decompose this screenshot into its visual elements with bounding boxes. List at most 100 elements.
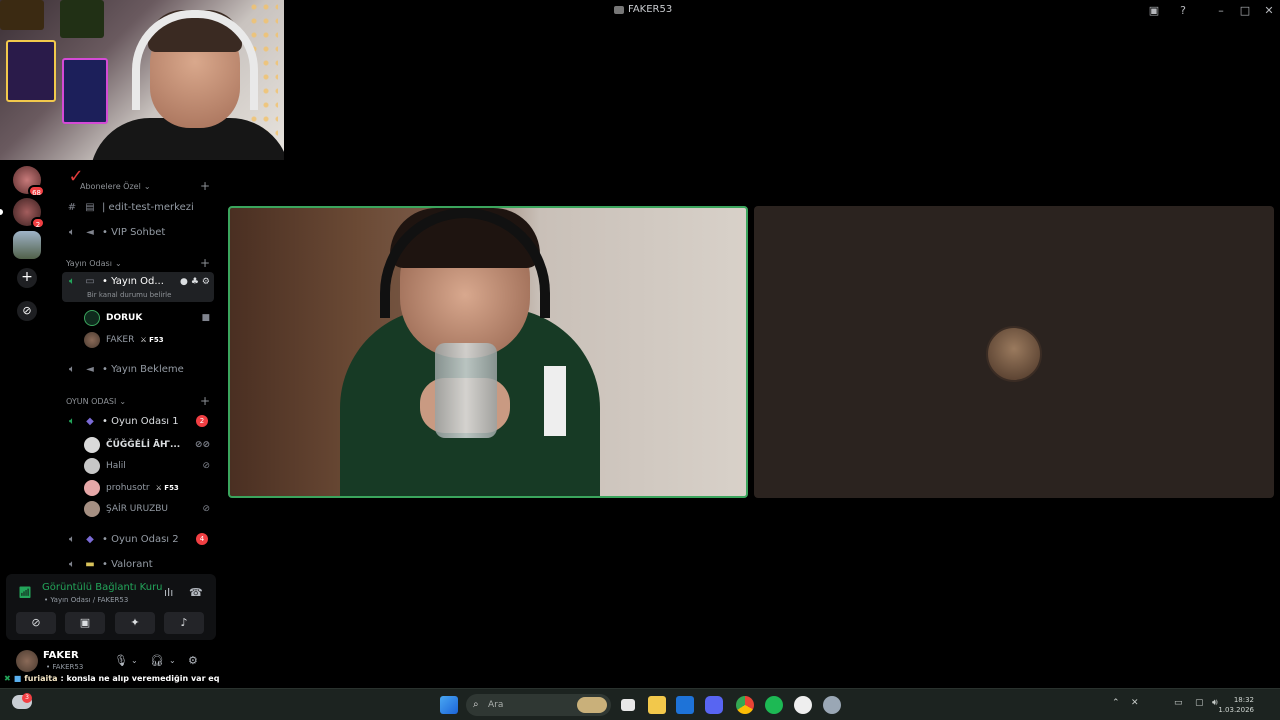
soundwave-icon[interactable]: ıIı	[164, 586, 173, 599]
invite-icon[interactable]: ♣	[191, 277, 199, 287]
add-channel-icon[interactable]: +	[200, 179, 210, 193]
search-placeholder: Ara	[488, 700, 504, 710]
activities-button[interactable]: ✦	[115, 612, 155, 634]
chevron-down-icon: ⌄	[143, 182, 151, 191]
poster-gaming-zone	[6, 40, 56, 102]
search-icon: ⌕	[473, 699, 479, 710]
poster-neon	[62, 58, 108, 124]
server-avatar-3[interactable]	[13, 231, 41, 259]
close-button[interactable]: ✕	[1261, 3, 1277, 19]
search-highlight-icon	[577, 697, 607, 713]
file-explorer-icon[interactable]	[648, 696, 666, 714]
minimize-button[interactable]: –	[1213, 3, 1229, 19]
user-name: ŞAİR URUZBU	[106, 504, 169, 514]
category-label: Yayın Odası	[66, 259, 112, 268]
streamer-webcam-overlay	[0, 0, 284, 160]
channel-label: • VIP Sohbet	[102, 226, 166, 238]
taskbar-clock[interactable]: 18:32 1.03.2026	[1218, 695, 1254, 715]
category-yayin-odasi[interactable]: Yayın Odası ⌄	[66, 259, 122, 268]
connection-location[interactable]: • Yayın Odası / FAKER53	[44, 596, 128, 604]
chevron-down-icon[interactable]: ⌄	[169, 656, 176, 665]
server-avatar-1[interactable]: 68	[13, 166, 45, 197]
tray-app-icon[interactable]: ✕	[1131, 698, 1139, 708]
connection-status[interactable]: Görüntülü Bağlantı Kuru	[42, 582, 163, 593]
keyboard-icon[interactable]: ▭	[1174, 698, 1183, 708]
headset-icon	[132, 10, 258, 110]
discover-icon[interactable]: ⊘	[17, 301, 37, 321]
server-icon	[614, 5, 624, 14]
video-tile-doruk[interactable]	[228, 206, 748, 498]
title-bar: FAKER53 ▣ ? – □ ✕	[284, 0, 1280, 22]
task-view-icon[interactable]	[621, 699, 635, 711]
poster-top	[60, 0, 104, 38]
channel-status-prompt[interactable]: Bir kanal durumu belirle	[87, 291, 171, 299]
user-panel-name[interactable]: FAKER	[43, 650, 79, 661]
video-tile-faker[interactable]	[754, 206, 1274, 498]
windows-start-icon[interactable]	[440, 696, 458, 714]
channel-edit-test[interactable]: # ▤ | edit-test-merkezi	[62, 197, 214, 217]
camera-off-button[interactable]: ⊘	[16, 612, 56, 634]
avatar	[84, 310, 100, 326]
camera-icon: ■	[201, 313, 210, 323]
avatar[interactable]	[16, 650, 38, 672]
soundboard-button[interactable]: ♪	[164, 612, 204, 634]
discord-icon[interactable]	[705, 696, 723, 714]
window-title-text: FAKER53	[628, 4, 673, 15]
user-panel: FAKER • FAKER53 🎙︎ ⌄ 🎧︎ ⌄ ⚙	[6, 646, 216, 672]
obs-icon[interactable]	[794, 696, 812, 714]
speaker-icon: 🔈︎	[69, 363, 75, 375]
voice-user-1[interactable]: ČŰĞĞĖĹİ ĀҤ... ⊘⊘	[84, 435, 210, 455]
notification-badge: 3	[22, 693, 32, 703]
voice-user-faker[interactable]: FAKER ⚔ F53	[84, 330, 210, 350]
channel-oyun-odasi-1[interactable]: 🔈︎ ◆ • Oyun Odası 1 2	[62, 411, 214, 431]
category-abonelere[interactable]: Abonelere Özel ⌄	[80, 182, 151, 191]
avatar	[986, 326, 1042, 382]
hash-icon: #	[67, 201, 77, 213]
store-icon[interactable]	[676, 696, 694, 714]
user-tag-text: F53	[149, 336, 164, 344]
spotify-icon[interactable]	[765, 696, 783, 714]
network-icon[interactable]: ▢	[1195, 698, 1204, 708]
help-icon[interactable]: ?	[1175, 3, 1191, 19]
voice-user-sair[interactable]: ŞAİR URUZBU ⊘	[84, 499, 210, 519]
add-channel-icon[interactable]: +	[200, 394, 210, 408]
maximize-button[interactable]: □	[1237, 3, 1253, 19]
inbox-icon[interactable]: ▣	[1146, 3, 1162, 19]
chevron-down-icon[interactable]: ⌄	[131, 656, 138, 665]
category-label: Abonelere Özel	[80, 182, 141, 191]
channel-yayin-bekleme[interactable]: 🔈︎ ◄ • Yayın Bekleme	[62, 359, 214, 379]
channel-label: • Oyun Odası 2	[102, 533, 179, 545]
gear-icon[interactable]: ⚙	[202, 277, 210, 287]
voice-user-halil[interactable]: Halil ⊘	[84, 456, 210, 476]
signal-icon[interactable]: 📶︎	[18, 586, 34, 600]
chrome-icon[interactable]	[736, 696, 754, 714]
server-avatar-2[interactable]: 2	[13, 198, 45, 229]
voice-user-prohusotr[interactable]: prohusotr ⚔ F53	[84, 478, 210, 498]
add-channel-icon[interactable]: +	[200, 256, 210, 270]
channel-valorant[interactable]: 🔈︎ ▬ • Valorant	[62, 554, 214, 574]
glass-jar	[435, 343, 497, 438]
settings-icon[interactable]	[823, 696, 841, 714]
speaker-icon: 🔈︎	[69, 558, 75, 570]
avatar	[84, 480, 100, 496]
server-badge: 2	[31, 217, 45, 229]
microphone-icon[interactable]: 🎙︎	[114, 654, 128, 667]
disconnect-icon[interactable]: ☎	[189, 586, 203, 599]
voice-user-doruk[interactable]: DORUK ■	[84, 308, 210, 328]
avatar	[84, 332, 100, 348]
taskbar-search[interactable]: ⌕ Ara	[466, 694, 611, 716]
channel-vip-sohbet[interactable]: 🔈︎ ◄ • VIP Sohbet	[62, 222, 214, 242]
headphones-icon[interactable]: 🎧︎	[150, 654, 164, 667]
screen-share-button[interactable]: ▣	[65, 612, 105, 634]
volume-icon[interactable]: 🔊︎	[1212, 698, 1218, 708]
chat-icon[interactable]: ●	[180, 277, 188, 287]
gear-icon[interactable]: ⚙	[188, 654, 198, 667]
category-label: OYUN ODASI	[66, 397, 117, 406]
avatar	[84, 458, 100, 474]
channel-yayin-odasi[interactable]: 🔈︎ ▭ • Yayın Od... Bir kanal durumu beli…	[62, 272, 214, 302]
add-server-icon[interactable]: +	[17, 268, 37, 288]
category-oyun-odasi[interactable]: OYUN ODASI ⌄	[66, 397, 126, 406]
channel-oyun-odasi-2[interactable]: 🔈︎ ◆ • Oyun Odası 2 4	[62, 529, 214, 549]
tray-chevron-icon[interactable]: ⌃	[1112, 698, 1120, 708]
gamepad-icon: ◆	[86, 415, 94, 427]
